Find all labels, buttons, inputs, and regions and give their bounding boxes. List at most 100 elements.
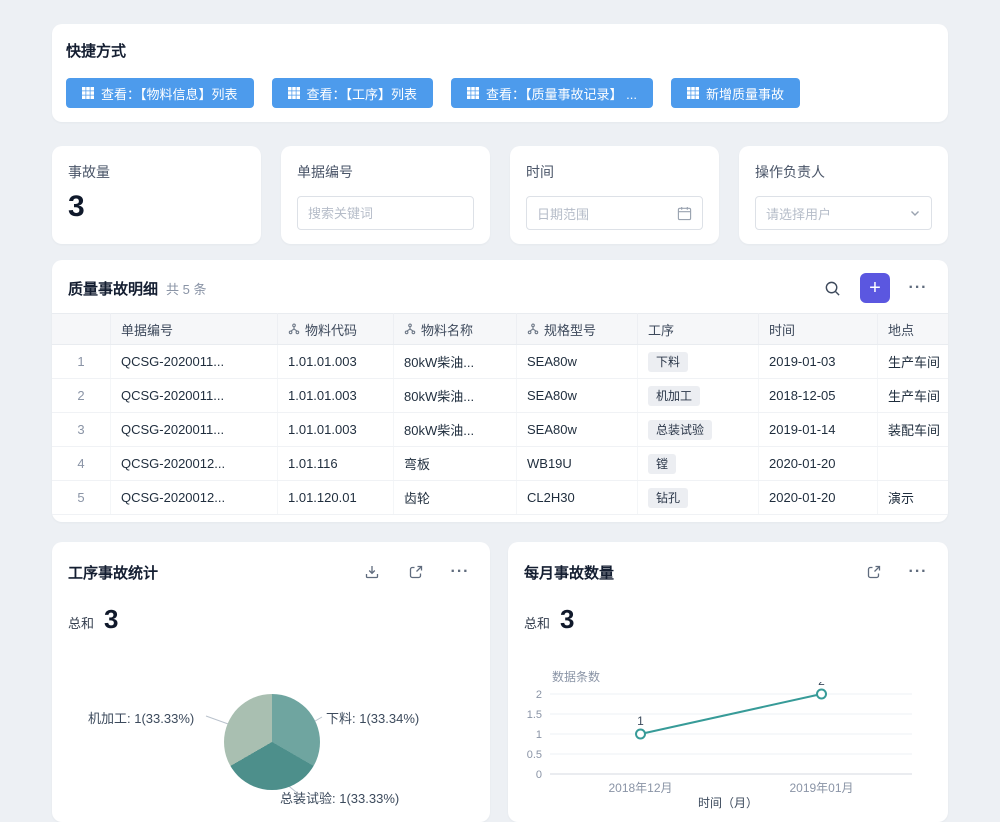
export-button[interactable] [358,558,386,586]
add-record-button[interactable]: + [860,273,890,303]
table-title: 质量事故明细 [68,278,158,299]
cell-material-name: 弯板 [394,447,517,481]
lookup-icon [404,323,416,335]
cell-material-code: 1.01.01.003 [278,379,394,413]
table-search-button[interactable] [818,274,846,302]
lookup-icon [288,323,300,335]
date-range-input[interactable]: 日期范围 [526,196,703,230]
cell-doc-no: QCSG-2020011... [111,345,278,379]
svg-text:2: 2 [818,682,825,688]
cell-material-code: 1.01.01.003 [278,345,394,379]
table-row[interactable]: 1QCSG-2020011...1.01.01.00380kW柴油...SEA8… [52,345,948,379]
cell-process: 总装试验 [638,413,759,447]
process-tag: 下料 [648,352,688,372]
calendar-icon [677,206,692,221]
date-range-placeholder: 日期范围 [537,204,589,223]
col-material-code[interactable]: 物料代码 [278,314,394,345]
table-header-row: 单据编号 物料代码 物料名称 规格型号 工序 时间 地点 事故内容 操作负责人 [52,314,948,345]
svg-text:2019年01月: 2019年01月 [789,781,853,795]
table-row[interactable]: 5QCSG-2020012...1.01.120.01齿轮CL2H30钻孔202… [52,481,948,515]
accident-count-card: 事故量 3 [52,146,261,244]
table-row[interactable]: 4QCSG-2020012...1.01.116弯板WB19U镗2020-01-… [52,447,948,481]
shortcut-view-accident-record-button[interactable]: 查看：【质量事故记录】 ... [451,78,653,108]
cell-doc-no: QCSG-2020011... [111,413,278,447]
cell-place: 生产车间 [878,379,949,413]
plus-icon: + [869,278,881,298]
line-chart-xlabel: 时间（月） [508,794,948,811]
table-row-count: 共 5 条 [166,279,206,298]
cell-material-name: 80kW柴油... [394,345,517,379]
svg-text:2018年12月: 2018年12月 [608,781,672,795]
pie-chart-area: 机加工: 1(33.33%) 下料: 1(33.34%) 总装试验: 1(33.… [52,662,490,822]
cell-spec: WB19U [517,447,638,481]
col-time[interactable]: 时间 [759,314,878,345]
process-tag: 钻孔 [648,488,688,508]
user-select[interactable]: 请选择用户 [755,196,932,230]
pie-chart[interactable] [224,694,320,790]
col-spec[interactable]: 规格型号 [517,314,638,345]
svg-text:1.5: 1.5 [527,709,542,721]
expand-button[interactable] [860,558,888,586]
chart-more-button[interactable]: ··· [446,558,474,586]
pie-total-label: 总和 [68,613,94,632]
doc-number-search-input[interactable] [297,196,474,230]
export-icon [364,564,380,580]
line-chart-svg[interactable]: 00.511.522018年12月2019年01月12 [516,682,940,800]
cell-doc-no: QCSG-2020012... [111,481,278,515]
table-row[interactable]: 2QCSG-2020011...1.01.01.00380kW柴油...SEA8… [52,379,948,413]
row-index: 5 [52,481,111,515]
cell-place: 装配车间 [878,413,949,447]
shortcut-button-label: 查看：【工序】列表 [307,84,418,103]
accident-detail-card: 质量事故明细 共 5 条 + ··· 单据编号 物料代码 物料名称 规格型号 工… [52,260,948,522]
line-card-title: 每月事故数量 [524,562,614,583]
expand-icon [866,564,882,580]
cell-place: 生产车间 [878,345,949,379]
cell-material-code: 1.01.116 [278,447,394,481]
monthly-accident-card: 每月事故数量 ··· 总和 3 数据条数 00.511.522018年12月20… [508,542,948,822]
col-process[interactable]: 工序 [638,314,759,345]
pie-total-value: 3 [104,606,118,632]
shortcut-add-accident-button[interactable]: 新增质量事故 [671,78,800,108]
pie-label-cutting: 下料: 1(33.34%) [326,708,419,727]
cell-place: 演示 [878,481,949,515]
shortcut-button-label: 查看：【质量事故记录】 ... [486,84,637,103]
expand-icon [408,564,424,580]
accident-count-value: 3 [68,192,245,222]
line-total-label: 总和 [524,613,550,632]
cell-material-name: 80kW柴油... [394,413,517,447]
cell-process: 镗 [638,447,759,481]
col-place[interactable]: 地点 [878,314,949,345]
cell-material-name: 80kW柴油... [394,379,517,413]
cell-doc-no: QCSG-2020012... [111,447,278,481]
cell-process: 机加工 [638,379,759,413]
svg-text:0: 0 [536,769,542,781]
lookup-icon [527,323,539,335]
table-row[interactable]: 3QCSG-2020011...1.01.01.00380kW柴油...SEA8… [52,413,948,447]
cell-time: 2020-01-20 [759,481,878,515]
chart-more-button[interactable]: ··· [904,558,932,586]
row-index: 4 [52,447,111,481]
cell-process: 钻孔 [638,481,759,515]
doc-number-label: 单据编号 [297,162,474,182]
cell-process: 下料 [638,345,759,379]
col-doc-no[interactable]: 单据编号 [111,314,278,345]
shortcut-view-process-list-button[interactable]: 查看：【工序】列表 [272,78,434,108]
expand-button[interactable] [402,558,430,586]
cell-material-name: 齿轮 [394,481,517,515]
shortcut-button-label: 新增质量事故 [706,84,784,103]
grid-icon [288,87,300,99]
operator-filter-label: 操作负责人 [755,162,932,182]
cell-material-code: 1.01.01.003 [278,413,394,447]
time-filter-label: 时间 [526,162,703,182]
ellipsis-icon: ··· [909,563,928,581]
shortcut-view-material-list-button[interactable]: 查看：【物料信息】列表 [66,78,254,108]
row-index: 3 [52,413,111,447]
doc-number-filter-card: 单据编号 [281,146,490,244]
process-tag: 机加工 [648,386,700,406]
svg-text:1: 1 [536,729,542,741]
cell-time: 2020-01-20 [759,447,878,481]
cell-time: 2018-12-05 [759,379,878,413]
col-material-name[interactable]: 物料名称 [394,314,517,345]
pie-label-machining: 机加工: 1(33.33%) [88,708,194,727]
table-more-button[interactable]: ··· [904,274,932,302]
